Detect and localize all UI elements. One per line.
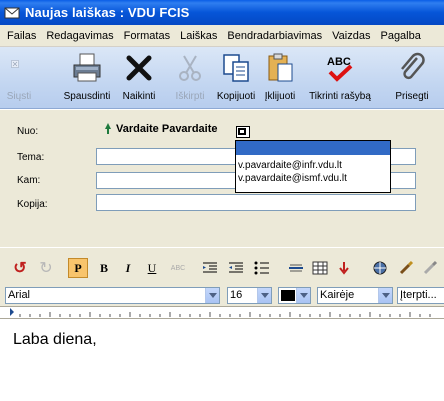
message-editor[interactable]: Laba diena,	[0, 320, 444, 401]
italic-icon[interactable]: I	[118, 258, 138, 278]
format-row: Arial 16 Kairėje Įterpti...	[0, 286, 444, 306]
paste-label: Įklijuoti	[264, 91, 296, 102]
address-card-icon	[238, 128, 246, 135]
eraser-brush-icon[interactable]	[420, 258, 440, 278]
insert-value: Įterpti...	[400, 289, 437, 301]
address-option-empty[interactable]	[236, 141, 390, 155]
copy-label: Kopijuoti	[216, 91, 256, 102]
redo-icon[interactable]: ↻	[36, 258, 56, 278]
bullet-list-icon[interactable]	[252, 258, 272, 278]
menu-edit[interactable]: Redagavimas	[41, 30, 118, 42]
undo-icon[interactable]: ↺	[10, 258, 30, 278]
cut-label: Iškirpti	[175, 91, 205, 102]
svg-text:ABC: ABC	[327, 56, 351, 68]
globe-link-icon[interactable]	[370, 258, 390, 278]
address-picker-button[interactable]	[236, 126, 250, 138]
address-option-ismf[interactable]: v.pavardaite@ismf.vdu.lt	[236, 172, 390, 185]
paste-button[interactable]: Įklijuoti	[260, 47, 300, 109]
abc-style-icon[interactable]: ABC	[168, 258, 188, 278]
scissors-icon	[179, 55, 201, 81]
bold-icon[interactable]: B	[94, 258, 114, 278]
menu-help[interactable]: Pagalba	[375, 30, 425, 42]
text-color-select[interactable]	[278, 287, 311, 304]
alignment-value: Kairėje	[320, 289, 355, 301]
spellcheck-label: Tikrinti rašybą	[309, 91, 371, 102]
main-toolbar: Siųsti Spausdinti Naikinti Iškirpti Kopi…	[0, 47, 444, 109]
chevron-down-icon	[205, 288, 219, 303]
attach-button[interactable]: Prisegti	[388, 47, 436, 109]
chevron-down-icon	[378, 288, 392, 303]
font-family-select[interactable]: Arial	[5, 287, 220, 304]
send-icon	[11, 60, 19, 68]
address-option-infr[interactable]: v.pavardaite@infr.vdu.lt	[236, 159, 390, 172]
indent-increase-icon[interactable]	[226, 258, 246, 278]
menu-bar: Failas Redagavimas Formatas Laiškas Bend…	[0, 25, 444, 47]
print-button[interactable]: Spausdinti	[60, 47, 114, 109]
font-size-select[interactable]: 16	[227, 287, 272, 304]
alignment-select[interactable]: Kairėje	[317, 287, 393, 304]
indent-decrease-icon[interactable]	[200, 258, 220, 278]
identity-tree-icon	[105, 123, 111, 134]
paperclip-icon	[401, 52, 425, 80]
underline-icon[interactable]: U	[142, 258, 162, 278]
menu-view[interactable]: Vaizdas	[327, 30, 375, 42]
copy-button[interactable]: Kopijuoti	[212, 47, 260, 109]
from-identity[interactable]: Vardaite Pavardaite	[104, 123, 218, 135]
spellcheck-button[interactable]: ABC Tikrinti rašybą	[303, 47, 377, 109]
to-label: Kam:	[17, 175, 41, 186]
clipboard-icon	[268, 53, 293, 82]
header-fields: Nuo: Vardaite Pavardaite v.pavardaite@in…	[0, 110, 444, 247]
delete-label: Naikinti	[122, 91, 156, 102]
delete-button[interactable]: Naikinti	[118, 47, 160, 109]
chevron-down-icon	[296, 288, 310, 303]
menu-file[interactable]: Failas	[2, 30, 41, 42]
insert-select[interactable]: Įterpti...	[397, 287, 444, 304]
insert-arrow-icon[interactable]	[334, 258, 354, 278]
cut-button[interactable]: Iškirpti	[170, 47, 210, 109]
send-label: Siųsti	[6, 91, 32, 102]
cc-input[interactable]	[96, 194, 416, 211]
print-label: Spausdinti	[63, 91, 111, 102]
window-title: Naujas laiškas : VDU FCIS	[25, 5, 190, 20]
ruler-ticks	[10, 308, 431, 317]
copy-icon	[223, 54, 249, 82]
attach-label: Prisegti	[395, 91, 429, 102]
message-body[interactable]: Laba diena,	[13, 331, 97, 349]
table-icon[interactable]	[310, 258, 330, 278]
font-size-value: 16	[230, 289, 243, 301]
editor-toolbar: ↺ ↻ P B I U ABC	[0, 247, 444, 286]
address-dropdown[interactable]: v.pavardaite@infr.vdu.lt v.pavardaite@is…	[235, 140, 391, 193]
mail-app-icon	[4, 7, 20, 18]
delete-x-icon	[126, 55, 152, 81]
horizontal-rule-icon[interactable]	[286, 258, 306, 278]
brush-icon[interactable]	[396, 258, 416, 278]
title-bar: Naujas laiškas : VDU FCIS	[0, 0, 444, 25]
subject-label: Tema:	[17, 152, 45, 163]
menu-format[interactable]: Formatas	[119, 30, 175, 42]
chevron-down-icon	[257, 288, 271, 303]
font-family-value: Arial	[8, 289, 31, 301]
paragraph-icon[interactable]: P	[68, 258, 88, 278]
text-color-swatch	[281, 290, 295, 301]
send-button[interactable]: Siųsti	[2, 47, 36, 109]
menu-collaboration[interactable]: Bendradarbiavimas	[222, 30, 327, 42]
from-label: Nuo:	[17, 126, 39, 137]
cc-label: Kopija:	[17, 199, 48, 210]
spellcheck-icon: ABC	[327, 56, 353, 82]
menu-message[interactable]: Laiškas	[175, 30, 222, 42]
from-value-text: Vardaite Pavardaite	[116, 123, 218, 135]
ruler	[0, 306, 444, 319]
printer-icon	[73, 53, 101, 82]
